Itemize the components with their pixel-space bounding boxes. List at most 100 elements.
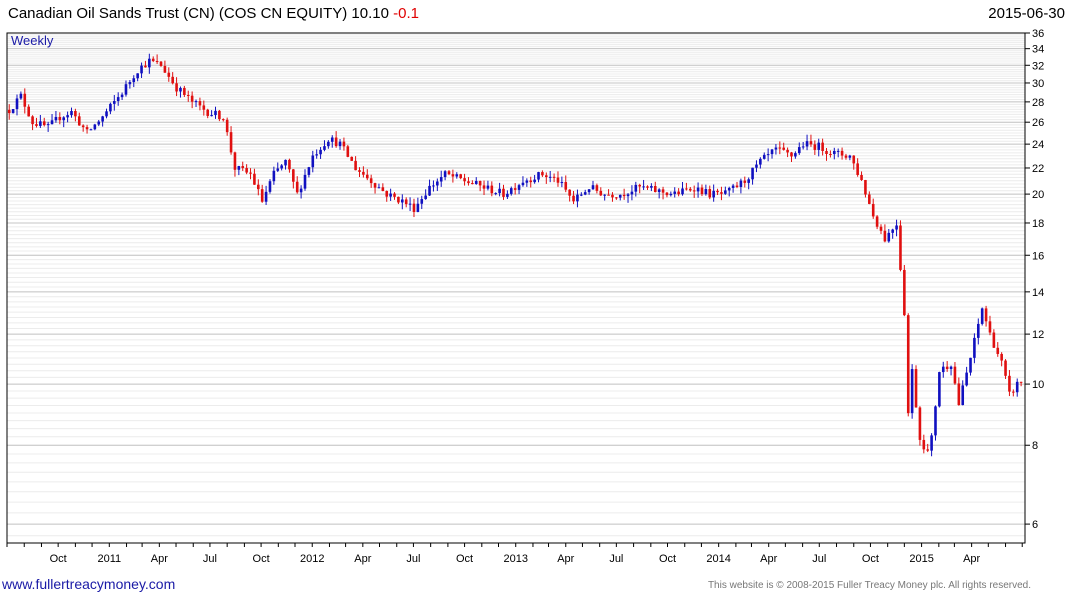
candle-body: [198, 101, 202, 106]
candle-body: [202, 105, 206, 110]
x-tick-label: Oct: [659, 553, 676, 565]
candle-body: [221, 119, 225, 121]
candle-body: [883, 230, 887, 242]
y-tick-label: 28: [1032, 97, 1044, 109]
candle-body: [899, 225, 902, 270]
candle-body: [132, 78, 136, 83]
candle-body: [74, 110, 77, 117]
candle-body: [365, 174, 369, 179]
y-axis: 6 8 10 12 14 16 18 20 22 24 26 28 30 32 34 36: [1025, 28, 1044, 531]
y-tick-label: 22: [1032, 163, 1044, 175]
candle-body: [46, 124, 50, 126]
candle-body: [938, 372, 941, 407]
candle-body: [525, 180, 529, 183]
candle-body: [330, 137, 334, 142]
site-link[interactable]: www.fullertreacymoney.com: [2, 576, 175, 592]
candle-body: [949, 366, 953, 370]
candle-body: [961, 385, 965, 406]
candle-body: [720, 192, 723, 194]
candle-body: [984, 308, 988, 322]
candle-body: [692, 190, 696, 192]
candle-body: [498, 188, 501, 194]
x-tick-label: Oct: [50, 553, 67, 565]
candle-body: [210, 115, 213, 117]
candle-body: [517, 185, 521, 190]
candle-body: [186, 94, 190, 96]
y-tick-label: 10: [1032, 379, 1044, 391]
candle-body: [23, 93, 27, 107]
candle-body: [31, 116, 34, 125]
candle-body: [404, 199, 408, 205]
x-tick-label: Jul: [609, 553, 623, 565]
candle-body: [144, 65, 147, 68]
candle-body: [529, 180, 533, 183]
candle-body: [295, 181, 299, 193]
candle-body: [618, 194, 622, 198]
candle-body: [930, 435, 933, 451]
candle-body: [323, 146, 326, 150]
candle-body: [836, 150, 840, 152]
x-tick-label: 2014: [706, 553, 730, 565]
candle-body: [817, 142, 821, 150]
candle-body: [825, 150, 828, 155]
candle-body: [556, 177, 560, 183]
x-tick-label: Apr: [963, 553, 980, 565]
candle-body: [739, 180, 743, 187]
candle-body: [953, 366, 957, 384]
candle-body: [183, 87, 186, 95]
candle-body: [704, 189, 708, 195]
candle-body: [922, 439, 926, 450]
candle-body: [918, 407, 922, 440]
candle-body: [151, 58, 155, 62]
candle-body: [190, 95, 194, 102]
candle-body: [568, 189, 571, 196]
candle-body: [653, 185, 657, 193]
x-tick-label: Apr: [354, 553, 371, 565]
candle-body: [965, 372, 968, 386]
candle-body: [805, 141, 809, 147]
candle-body: [587, 189, 591, 193]
candle-body: [864, 179, 867, 195]
candle-body: [731, 185, 735, 188]
candle-body: [774, 147, 778, 150]
candle-body: [229, 132, 233, 153]
candle-body: [167, 72, 171, 77]
candle-body: [895, 225, 898, 230]
candle-body: [533, 179, 536, 183]
candle-body: [766, 154, 770, 156]
candle-body: [875, 216, 879, 227]
candle-body: [1008, 375, 1011, 392]
candle-body: [957, 383, 961, 406]
candle-body: [716, 190, 719, 193]
candle-body: [934, 406, 937, 436]
candle-body: [735, 185, 739, 187]
candle-body: [311, 155, 315, 168]
candle-body: [755, 164, 758, 168]
candle-body: [280, 165, 283, 169]
candle-body: [42, 121, 46, 126]
candle-body: [926, 449, 930, 451]
candle-body: [393, 193, 396, 197]
candle-body: [140, 65, 143, 74]
candle-body: [677, 191, 680, 195]
x-tick-label: Jul: [406, 553, 420, 565]
candle-body: [27, 106, 30, 117]
candle-body: [245, 168, 248, 173]
candle-body: [89, 129, 93, 131]
candle-body: [428, 185, 431, 196]
candle-body: [443, 171, 447, 178]
candle-body: [490, 185, 494, 194]
candle-body: [97, 121, 101, 125]
candle-body: [451, 174, 455, 177]
candle-body: [626, 194, 630, 197]
candle-body: [148, 58, 151, 68]
candle-body: [521, 182, 525, 186]
candle-body: [681, 188, 684, 195]
candle-body: [657, 189, 661, 193]
candle-body: [700, 187, 704, 195]
candle-body: [673, 191, 677, 194]
candle-body: [77, 116, 81, 126]
candle-body: [85, 127, 89, 130]
copyright-text: This website is © 2008-2015 Fuller Treac…: [707, 580, 1031, 591]
candle-body: [572, 195, 575, 202]
